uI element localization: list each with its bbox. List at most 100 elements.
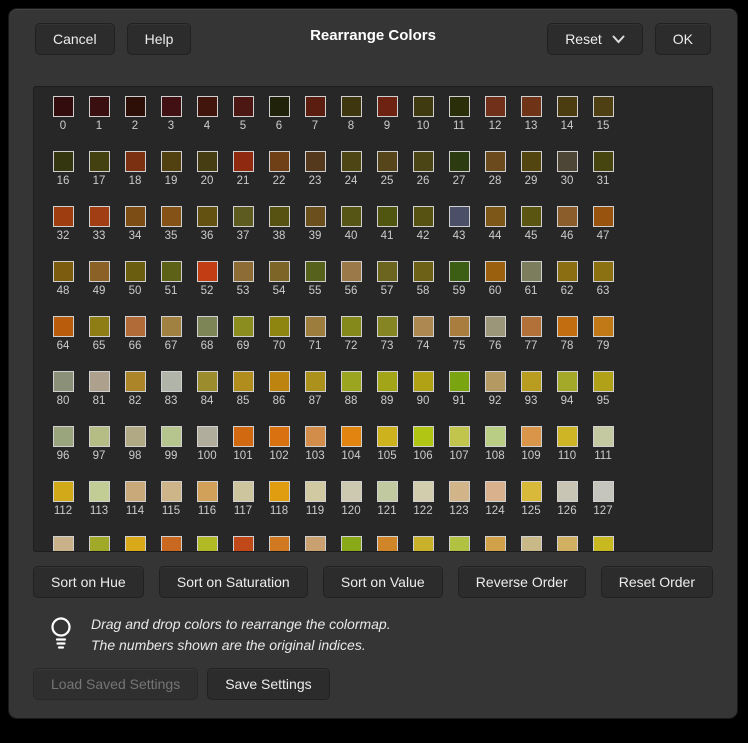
color-swatch[interactable]: [413, 536, 434, 552]
color-swatch[interactable]: [125, 371, 146, 392]
color-swatch[interactable]: [197, 151, 218, 172]
color-swatch[interactable]: [161, 371, 182, 392]
reset-order-button[interactable]: Reset Order: [601, 566, 713, 598]
colormap-panel[interactable]: 0123456789101112131415161718192021222324…: [33, 86, 713, 552]
color-swatch[interactable]: [161, 151, 182, 172]
color-swatch[interactable]: [341, 371, 362, 392]
color-swatch[interactable]: [593, 261, 614, 282]
cancel-button[interactable]: Cancel: [35, 23, 115, 55]
color-swatch[interactable]: [557, 426, 578, 447]
color-swatch[interactable]: [53, 371, 74, 392]
color-swatch[interactable]: [89, 261, 110, 282]
color-swatch[interactable]: [521, 371, 542, 392]
color-swatch[interactable]: [593, 481, 614, 502]
color-swatch[interactable]: [197, 426, 218, 447]
sort-on-hue-button[interactable]: Sort on Hue: [33, 566, 144, 598]
color-swatch[interactable]: [593, 316, 614, 337]
color-swatch[interactable]: [197, 206, 218, 227]
color-swatch[interactable]: [485, 481, 506, 502]
color-swatch[interactable]: [485, 536, 506, 552]
color-swatch[interactable]: [53, 426, 74, 447]
color-swatch[interactable]: [269, 426, 290, 447]
color-swatch[interactable]: [233, 151, 254, 172]
color-swatch[interactable]: [521, 96, 542, 117]
color-swatch[interactable]: [413, 96, 434, 117]
color-swatch[interactable]: [269, 371, 290, 392]
color-swatch[interactable]: [161, 536, 182, 552]
color-swatch[interactable]: [593, 371, 614, 392]
color-swatch[interactable]: [593, 536, 614, 552]
color-swatch[interactable]: [521, 151, 542, 172]
color-swatch[interactable]: [233, 536, 254, 552]
color-swatch[interactable]: [557, 151, 578, 172]
color-swatch[interactable]: [485, 96, 506, 117]
color-swatch[interactable]: [305, 96, 326, 117]
color-swatch[interactable]: [233, 206, 254, 227]
color-swatch[interactable]: [197, 96, 218, 117]
color-swatch[interactable]: [125, 481, 146, 502]
color-swatch[interactable]: [377, 151, 398, 172]
color-swatch[interactable]: [377, 206, 398, 227]
color-swatch[interactable]: [377, 481, 398, 502]
reverse-order-button[interactable]: Reverse Order: [458, 566, 586, 598]
color-swatch[interactable]: [341, 151, 362, 172]
color-swatch[interactable]: [269, 261, 290, 282]
color-swatch[interactable]: [449, 316, 470, 337]
color-swatch[interactable]: [233, 426, 254, 447]
color-swatch[interactable]: [269, 96, 290, 117]
help-button[interactable]: Help: [127, 23, 192, 55]
color-swatch[interactable]: [341, 261, 362, 282]
color-swatch[interactable]: [377, 371, 398, 392]
color-swatch[interactable]: [269, 481, 290, 502]
color-swatch[interactable]: [377, 316, 398, 337]
color-swatch[interactable]: [269, 536, 290, 552]
color-swatch[interactable]: [341, 536, 362, 552]
color-swatch[interactable]: [377, 261, 398, 282]
color-swatch[interactable]: [413, 206, 434, 227]
color-swatch[interactable]: [377, 536, 398, 552]
color-swatch[interactable]: [413, 426, 434, 447]
color-swatch[interactable]: [341, 206, 362, 227]
color-swatch[interactable]: [161, 316, 182, 337]
color-swatch[interactable]: [125, 316, 146, 337]
color-swatch[interactable]: [305, 261, 326, 282]
color-swatch[interactable]: [593, 151, 614, 172]
color-swatch[interactable]: [161, 261, 182, 282]
color-swatch[interactable]: [485, 151, 506, 172]
color-swatch[interactable]: [197, 536, 218, 552]
color-swatch[interactable]: [197, 371, 218, 392]
color-swatch[interactable]: [269, 206, 290, 227]
color-swatch[interactable]: [521, 261, 542, 282]
color-swatch[interactable]: [557, 206, 578, 227]
color-swatch[interactable]: [341, 426, 362, 447]
color-swatch[interactable]: [449, 206, 470, 227]
color-swatch[interactable]: [197, 261, 218, 282]
color-swatch[interactable]: [485, 371, 506, 392]
color-swatch[interactable]: [485, 316, 506, 337]
color-swatch[interactable]: [557, 481, 578, 502]
color-swatch[interactable]: [125, 151, 146, 172]
color-swatch[interactable]: [557, 96, 578, 117]
color-swatch[interactable]: [53, 481, 74, 502]
color-swatch[interactable]: [53, 316, 74, 337]
color-swatch[interactable]: [341, 96, 362, 117]
color-swatch[interactable]: [305, 536, 326, 552]
reset-dropdown-button[interactable]: Reset: [547, 23, 643, 55]
color-swatch[interactable]: [557, 316, 578, 337]
color-swatch[interactable]: [377, 96, 398, 117]
color-swatch[interactable]: [161, 206, 182, 227]
color-swatch[interactable]: [89, 371, 110, 392]
color-swatch[interactable]: [449, 261, 470, 282]
color-swatch[interactable]: [485, 426, 506, 447]
color-swatch[interactable]: [593, 206, 614, 227]
color-swatch[interactable]: [521, 481, 542, 502]
color-swatch[interactable]: [89, 426, 110, 447]
color-swatch[interactable]: [161, 481, 182, 502]
color-swatch[interactable]: [125, 96, 146, 117]
color-swatch[interactable]: [521, 536, 542, 552]
color-swatch[interactable]: [305, 426, 326, 447]
color-swatch[interactable]: [269, 316, 290, 337]
color-swatch[interactable]: [89, 96, 110, 117]
color-swatch[interactable]: [125, 426, 146, 447]
color-swatch[interactable]: [413, 481, 434, 502]
